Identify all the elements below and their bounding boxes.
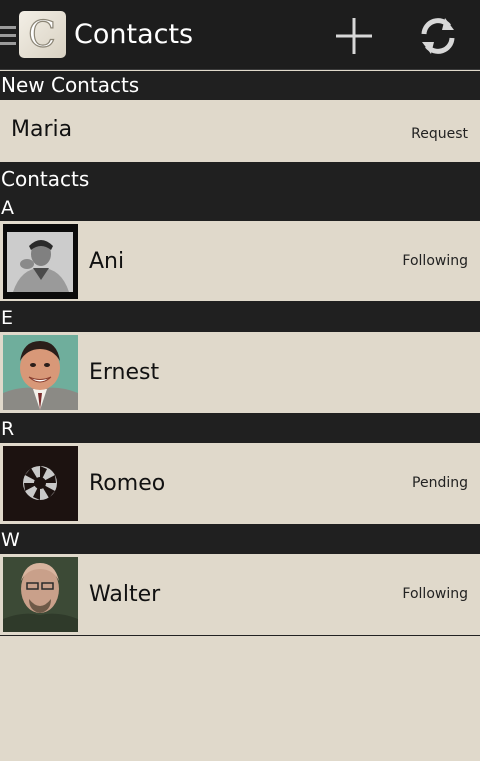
add-contact-button[interactable]	[330, 12, 378, 60]
app-bar: C Contacts	[0, 0, 480, 70]
refresh-button[interactable]	[414, 12, 462, 60]
contact-row[interactable]: Walter Following	[0, 554, 480, 635]
menu-icon[interactable]	[0, 26, 16, 46]
avatar	[3, 446, 78, 521]
contacts-header: Contacts	[0, 162, 480, 194]
contact-name: Ani	[89, 249, 125, 274]
contact-row[interactable]: Ernest	[0, 332, 480, 413]
contact-request-row[interactable]: Maria Request	[0, 100, 480, 162]
status-label: Following	[402, 253, 468, 269]
plus-icon	[336, 18, 372, 54]
new-contacts-header: New Contacts	[0, 71, 480, 100]
contact-name: Ernest	[89, 360, 160, 385]
contact-row[interactable]: Ani Following	[0, 221, 480, 301]
app-logo[interactable]: C	[19, 11, 66, 58]
contact-row[interactable]: Romeo Pending	[0, 443, 480, 524]
refresh-icon	[421, 18, 455, 54]
status-label: Request	[411, 126, 468, 142]
svg-text:C: C	[28, 15, 56, 56]
status-label: Following	[402, 586, 468, 602]
group-letter-w: W	[0, 524, 480, 554]
group-letter-e: E	[0, 301, 480, 332]
avatar	[3, 224, 78, 299]
camera-aperture-icon	[3, 446, 78, 521]
group-letter-r: R	[0, 413, 480, 443]
avatar	[3, 557, 78, 632]
contact-name: Walter	[89, 582, 161, 607]
group-letter-a: A	[0, 194, 480, 221]
contact-name: Romeo	[89, 471, 166, 496]
page-title: Contacts	[74, 19, 194, 50]
status-label: Pending	[412, 475, 468, 491]
list-end-divider	[0, 635, 480, 636]
contact-name: Maria	[11, 117, 73, 142]
avatar	[3, 335, 78, 410]
